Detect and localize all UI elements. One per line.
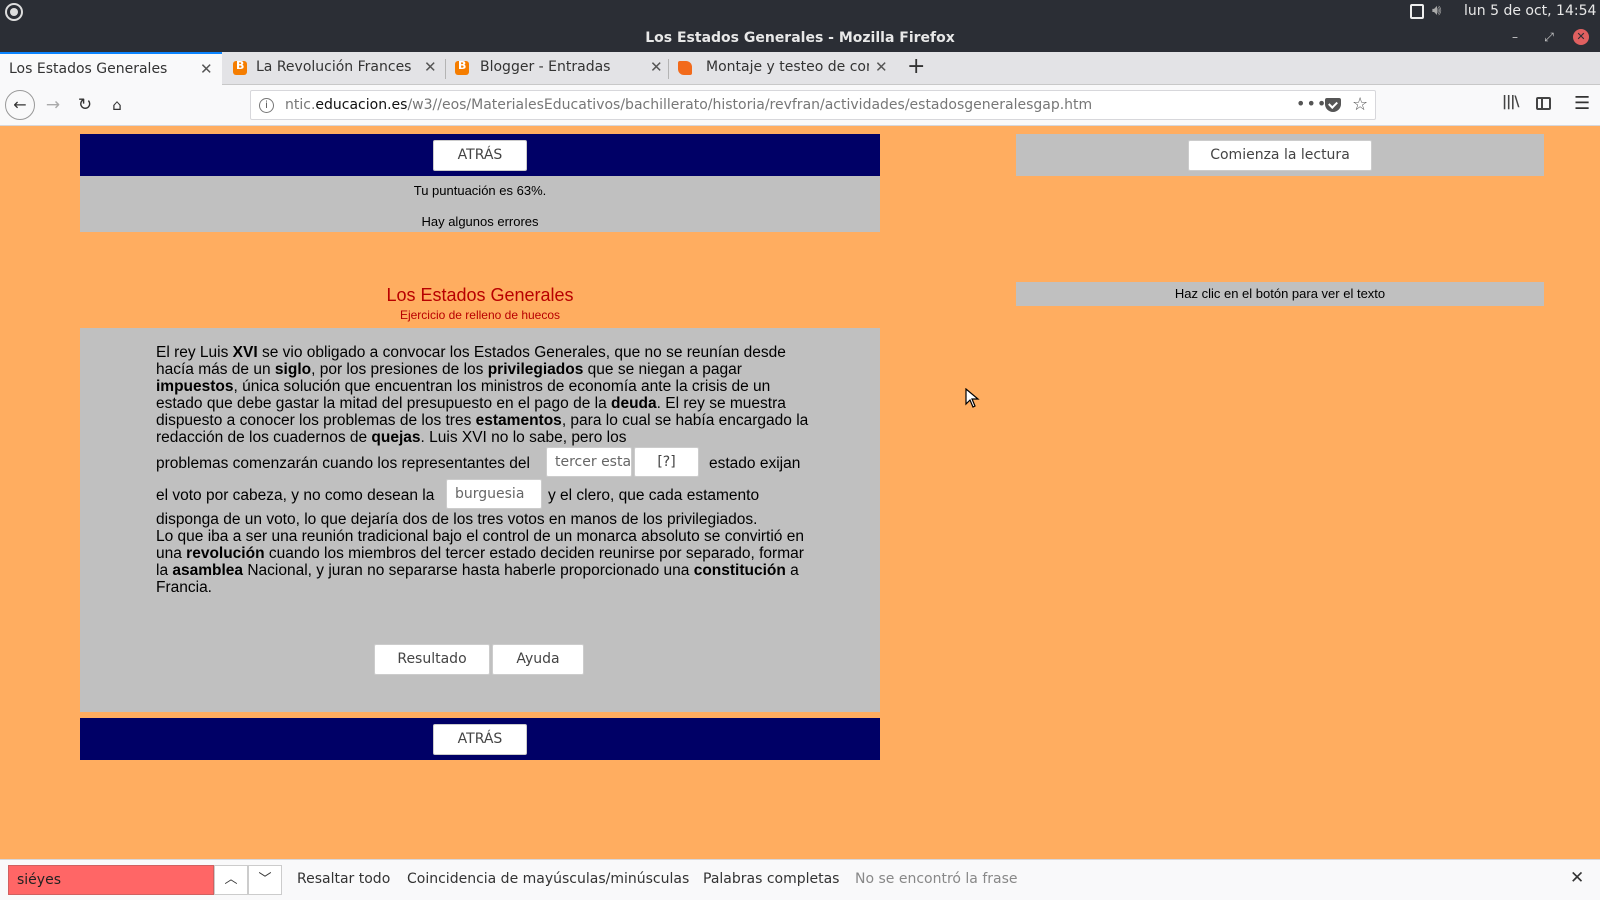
navigation-toolbar: ← → ↻ ⌂ i ntic.educacion.es/w3//eos/Mate… (0, 85, 1600, 126)
paragraph-part-2: disponga de un voto, lo que dejaría dos … (156, 511, 804, 596)
url-domain: educacion.es (315, 97, 408, 113)
find-previous-button[interactable]: ︿ (214, 865, 248, 895)
window-title: Los Estados Generales - Mozilla Firefox (645, 30, 955, 46)
gap-line-2: el voto por cabeza, y no como desean la … (156, 479, 816, 511)
sidebar-toggle-icon[interactable] (1536, 97, 1551, 110)
reload-button[interactable]: ↻ (70, 90, 100, 120)
new-tab-button[interactable]: + (907, 54, 925, 79)
exercise-title: Los Estados Generales (386, 285, 574, 305)
atras-button-bottom[interactable]: ATRÁS (433, 724, 527, 755)
tab-label: Montaje y testeo de con (706, 59, 869, 75)
montaje-icon (678, 61, 692, 75)
pocket-icon[interactable] (1325, 98, 1341, 112)
reading-bar: Comienza la lectura (1016, 134, 1544, 176)
text-segment: estado exijan (709, 455, 801, 472)
ayuda-button[interactable]: Ayuda (492, 644, 584, 675)
exercise-text: El rey Luis XVI se vio obligado a convoc… (156, 344, 816, 596)
hamburger-menu-icon[interactable]: ☰ (1574, 93, 1590, 114)
library-icon[interactable]: |||\ (1502, 94, 1519, 110)
volume-icon[interactable]: 🔊︎ (1432, 1, 1441, 19)
feedback-box: Tu puntuación es 63%. Hay algunos errore… (80, 176, 880, 232)
site-info-icon[interactable]: i (259, 98, 274, 113)
top-nav-bar: ATRÁS (80, 134, 880, 176)
text-segment: el voto por cabeza, y no como desean la (156, 487, 435, 504)
mouse-cursor-icon (965, 388, 980, 408)
match-case-option[interactable]: Coincidencia de mayúsculas/minúsculas (407, 871, 689, 887)
url-bar[interactable]: i ntic.educacion.es/w3//eos/MaterialesEd… (250, 90, 1376, 120)
maximize-window-button[interactable]: ⤢ (1540, 28, 1558, 46)
tab-label: La Revolución Frances (256, 59, 412, 75)
url-text[interactable]: ntic.educacion.es/w3//eos/MaterialesEduc… (285, 97, 1092, 113)
minimize-window-button[interactable]: – (1506, 28, 1524, 46)
highlight-all-option[interactable]: Resaltar todo (297, 871, 390, 887)
close-tab-icon[interactable]: ✕ (200, 60, 213, 78)
url-path: /w3//eos/MaterialesEducativos/bachillera… (407, 97, 1093, 113)
text-segment: y el clero, que cada estamento (548, 487, 760, 504)
close-tab-icon[interactable]: ✕ (424, 58, 437, 76)
home-button[interactable]: ⌂ (102, 90, 132, 120)
tray-app-icon[interactable] (1410, 4, 1424, 19)
close-window-button[interactable]: ✕ (1573, 29, 1589, 45)
score-text: Tu puntuación es 63%. (413, 183, 547, 198)
whole-words-option[interactable]: Palabras completas (703, 871, 839, 887)
paragraph-part-1: El rey Luis XVI se vio obligado a convoc… (156, 344, 809, 446)
blogger-icon (455, 59, 469, 75)
blogger-icon (233, 59, 247, 75)
page-actions-icon[interactable]: ••• (1296, 94, 1327, 113)
hint-button[interactable]: [?] (634, 447, 699, 477)
close-tab-icon[interactable]: ✕ (875, 58, 888, 76)
tab-revolucion-francesa[interactable]: La Revolución Frances ✕ (224, 52, 442, 85)
tab-strip: Los Estados Generales ✕ La Revolución Fr… (0, 52, 1600, 85)
close-tab-icon[interactable]: ✕ (650, 58, 663, 76)
close-find-bar-button[interactable]: ✕ (1570, 868, 1584, 888)
exercise-subtitle: Ejercicio de relleno de huecos (399, 308, 561, 322)
tab-label: Los Estados Generales (9, 61, 168, 77)
find-next-button[interactable]: ﹀ (248, 865, 282, 895)
resultado-button[interactable]: Resultado (374, 644, 490, 675)
errors-text: Hay algunos errores (421, 214, 539, 229)
text-segment: problemas comenzarán cuando los represen… (156, 455, 530, 472)
tab-label: Blogger - Entradas (480, 59, 611, 75)
atras-button-top[interactable]: ATRÁS (433, 140, 527, 171)
window-title-bar: Los Estados Generales - Mozilla Firefox … (0, 24, 1600, 52)
os-top-bar: 🔊︎ lun 5 de oct, 14:54 (0, 0, 1600, 24)
find-input[interactable]: siéyes (8, 865, 214, 895)
tab-montaje-testeo[interactable]: Montaje y testeo de con ✕ (669, 52, 891, 85)
back-button[interactable]: ← (5, 90, 35, 120)
page-content: ATRÁS Tu puntuación es 63%. Hay algunos … (0, 126, 1600, 859)
exercise-box: El rey Luis XVI se vio obligado a convoc… (80, 328, 880, 712)
os-clock[interactable]: lun 5 de oct, 14:54 (1464, 3, 1596, 19)
comienza-lectura-button[interactable]: Comienza la lectura (1188, 140, 1372, 171)
bottom-nav-bar: ATRÁS (80, 718, 880, 760)
tab-estados-generales[interactable]: Los Estados Generales ✕ (0, 52, 222, 85)
reading-hint: Haz clic en el botón para ver el texto (1016, 282, 1544, 306)
find-status: No se encontró la frase (855, 871, 1018, 887)
forward-button[interactable]: → (38, 90, 68, 120)
os-menu-icon[interactable] (5, 3, 23, 21)
find-bar: siéyes ︿ ﹀ Resaltar todo Coincidencia de… (0, 859, 1600, 900)
tab-blogger-entradas[interactable]: Blogger - Entradas ✕ (446, 52, 666, 85)
url-prefix: ntic. (285, 97, 316, 113)
gap-input-tercer-estado[interactable]: tercer estado (546, 447, 632, 477)
bookmark-star-icon[interactable]: ☆ (1352, 94, 1368, 115)
gap-input-burguesia[interactable]: burguesia (446, 479, 542, 509)
gap-line-1: problemas comenzarán cuando los represen… (156, 447, 816, 479)
